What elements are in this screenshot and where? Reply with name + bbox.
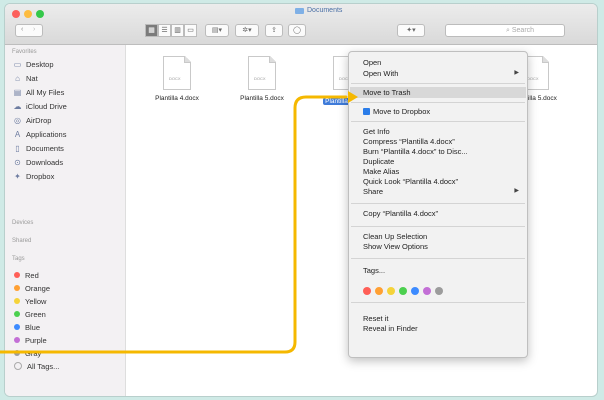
annotation-arrow: [0, 91, 358, 354]
annotation-arrow-head: [348, 91, 358, 103]
annotation-arrow-line: [0, 95, 348, 354]
